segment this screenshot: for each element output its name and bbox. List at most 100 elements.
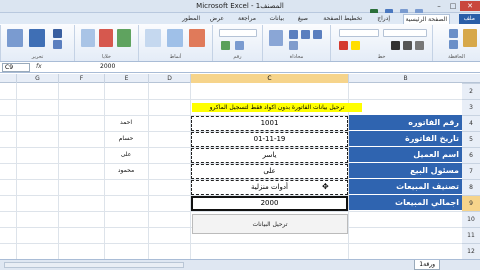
post-data-button[interactable]: ترحيل البيانات	[192, 214, 348, 234]
row-header[interactable]: 7	[462, 163, 480, 179]
row-header[interactable]: 3	[462, 99, 480, 115]
tab-view[interactable]: عرض	[210, 14, 224, 24]
group-cells: خلايا	[74, 25, 138, 61]
bold-icon[interactable]	[391, 41, 400, 50]
grid-line	[58, 83, 59, 259]
column-header-d[interactable]: D	[148, 74, 190, 83]
side-name-cell[interactable]: محمود	[104, 163, 148, 179]
minimize-button[interactable]: –	[432, 1, 446, 11]
fill-icon[interactable]	[53, 40, 62, 49]
percent-icon[interactable]	[235, 41, 244, 50]
tab-data[interactable]: بيانات	[270, 14, 284, 24]
group-label: تحرير	[31, 54, 44, 60]
group-label: الحافظة	[448, 54, 465, 60]
cell-styles-icon[interactable]	[145, 29, 161, 47]
merge-center-icon[interactable]	[269, 30, 283, 46]
delete-cells-icon[interactable]	[99, 29, 113, 47]
paste-icon[interactable]	[463, 29, 477, 47]
row-header[interactable]: 11	[462, 227, 480, 243]
row-header[interactable]: 5	[462, 131, 480, 147]
quick-access-toolbar	[368, 2, 428, 17]
fill-color-icon[interactable]	[351, 41, 360, 50]
group-label: خط	[377, 54, 386, 60]
close-button[interactable]: ✕	[460, 1, 480, 11]
tab-developer[interactable]: المطور	[182, 14, 200, 24]
tab-home[interactable]: الصفحة الرئيسية	[402, 14, 450, 24]
column-header-e[interactable]: E	[104, 74, 148, 83]
format-cells-icon[interactable]	[81, 29, 95, 47]
sheet-tab[interactable]: ورقة1	[414, 260, 440, 270]
row-header[interactable]: 8	[462, 179, 480, 195]
find-select-icon[interactable]	[7, 29, 23, 47]
row-header[interactable]: 10	[462, 211, 480, 227]
fx-icon[interactable]: fx	[36, 63, 42, 70]
italic-icon[interactable]	[403, 41, 412, 50]
conditional-formatting-icon[interactable]	[189, 29, 205, 47]
side-name-cell[interactable]: حسام	[104, 131, 148, 147]
align-center-icon[interactable]	[301, 30, 310, 39]
side-name-cell[interactable]: احمد	[104, 115, 148, 131]
insert-cells-icon[interactable]	[117, 29, 131, 47]
label-total-sales: اجمالي المبيعات	[349, 195, 462, 211]
macro-banner: ترحيل بيانات الفاتورة بدون اكواد فقط لتس…	[192, 103, 362, 112]
group-clipboard: الحافظة	[432, 25, 480, 61]
tab-file[interactable]: ملف	[458, 14, 480, 24]
copy-icon[interactable]	[449, 40, 458, 49]
maximize-button[interactable]: □	[446, 1, 460, 11]
cursor-icon: ✥	[322, 182, 329, 191]
label-salesperson: مسئول البيع	[349, 163, 462, 179]
currency-icon[interactable]	[221, 41, 230, 50]
invoice-date-cell[interactable]: 01-11-19	[191, 132, 348, 147]
underline-icon[interactable]	[415, 41, 424, 50]
side-name-cell[interactable]: على	[104, 147, 148, 163]
row-header[interactable]: 12	[462, 243, 480, 259]
ribbon: الحافظة خط محاذاة رقم أنماط خلايا تحرير	[0, 24, 480, 62]
group-font: خط	[330, 25, 432, 61]
customer-name-cell[interactable]: ياسر	[191, 148, 348, 163]
row-header[interactable]: 2	[462, 83, 480, 99]
font-name-select[interactable]	[383, 29, 427, 37]
row-header[interactable]: 6	[462, 147, 480, 163]
tab-insert[interactable]: إدراج	[377, 14, 390, 24]
row-header[interactable]: 4	[462, 115, 480, 131]
total-sales-cell[interactable]: 2000	[191, 196, 348, 211]
invoice-number-cell[interactable]: 1001	[191, 116, 348, 131]
label-invoice-number: رقم الفاتوره	[349, 115, 462, 131]
label-sales-category: تصنيف المبيعات	[349, 179, 462, 195]
horizontal-scrollbar[interactable]	[4, 262, 184, 268]
formula-input[interactable]: 2000	[100, 63, 115, 70]
label-customer-name: اسم العميل	[349, 147, 462, 163]
wrap-text-icon[interactable]	[289, 41, 298, 50]
number-format-select[interactable]	[219, 29, 257, 37]
tab-formulas[interactable]: صيغ	[298, 14, 308, 24]
group-alignment: محاذاة	[262, 25, 330, 61]
tab-review[interactable]: مراجعة	[238, 14, 256, 24]
group-label: أنماط	[169, 54, 182, 60]
tab-page-layout[interactable]: تخطيط الصفحة	[323, 14, 362, 24]
title-bar: Microsoft Excel - المصنف1 – □ ✕	[0, 0, 480, 17]
formula-bar: C9 fx 2000	[0, 62, 480, 73]
grid-line	[0, 99, 462, 100]
cut-icon[interactable]	[449, 29, 458, 38]
group-label: محاذاة	[289, 54, 304, 60]
label-invoice-date: تاريخ الفاتورة	[349, 131, 462, 147]
column-header-b[interactable]: B	[348, 74, 462, 83]
font-size-select[interactable]	[339, 29, 379, 37]
autosum-icon[interactable]	[53, 29, 62, 38]
align-right-icon[interactable]	[289, 30, 298, 39]
column-header-g[interactable]: G	[16, 74, 58, 83]
column-headers: B C D E F G	[0, 74, 480, 83]
row-header-selected[interactable]: 9	[462, 195, 480, 211]
column-header-c[interactable]: C	[190, 74, 348, 83]
sort-filter-icon[interactable]	[29, 29, 45, 47]
align-left-icon[interactable]	[313, 30, 322, 39]
sheet-bar: ورقة1	[0, 259, 480, 270]
group-editing: تحرير	[0, 25, 74, 61]
name-box[interactable]: C9	[2, 63, 30, 72]
column-header-f[interactable]: F	[58, 74, 104, 83]
format-as-table-icon[interactable]	[167, 29, 183, 47]
grid-line	[16, 83, 17, 259]
group-number: رقم	[212, 25, 262, 61]
font-color-icon[interactable]	[339, 41, 348, 50]
salesperson-cell[interactable]: على	[191, 164, 348, 179]
